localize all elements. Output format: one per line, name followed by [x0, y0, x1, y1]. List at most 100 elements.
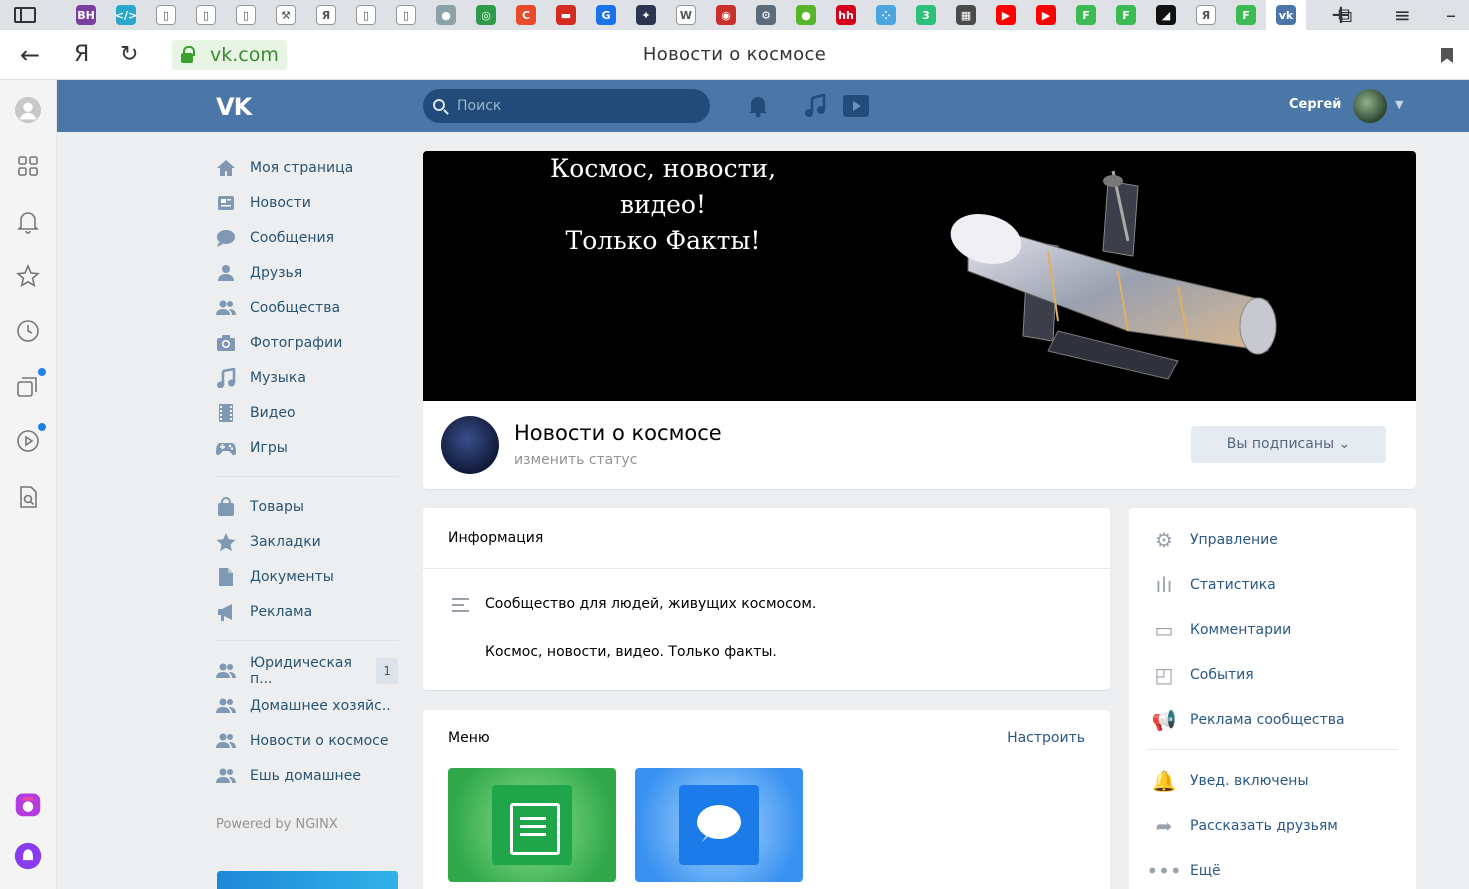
- menu-item-label: Новости: [250, 194, 311, 211]
- tab-apple[interactable]: ●: [786, 0, 826, 30]
- admin-item[interactable]: ••• Ещё: [1146, 858, 1220, 884]
- menu-item[interactable]: Игры: [216, 430, 398, 465]
- tab-f1[interactable]: F: [1066, 0, 1106, 30]
- minimize-icon[interactable]: –: [1446, 0, 1456, 30]
- community-avatar[interactable]: [441, 416, 499, 474]
- search-input[interactable]: Поиск: [423, 89, 710, 123]
- tab-tool[interactable]: ⚒: [266, 0, 306, 30]
- menu-item[interactable]: Товары: [216, 489, 398, 524]
- tab-f2[interactable]: F: [1106, 0, 1146, 30]
- video-icon: [216, 403, 236, 423]
- chevron-down-icon[interactable]: ▼: [1395, 98, 1403, 111]
- tab-doc4[interactable]: ▯: [346, 0, 386, 30]
- video-play-icon[interactable]: [14, 423, 46, 455]
- menu-item[interactable]: Документы: [216, 559, 398, 594]
- tab-flag[interactable]: ▬: [546, 0, 586, 30]
- menu-item[interactable]: Реклама: [216, 594, 398, 629]
- menu-item[interactable]: Сообщения: [216, 220, 398, 255]
- admin-item[interactable]: ⚙ Управление: [1151, 527, 1278, 553]
- menu-item-label: Моя страница: [250, 159, 354, 176]
- menu-tile-app[interactable]: [448, 768, 616, 882]
- menu-icon[interactable]: ≡: [1394, 0, 1411, 30]
- admin-item-label: Реклама сообщества: [1190, 712, 1345, 728]
- tab-space[interactable]: ✦: [626, 0, 666, 30]
- history-icon[interactable]: [14, 317, 42, 345]
- admin-item[interactable]: 📢 Реклама сообщества: [1151, 707, 1345, 733]
- subscribed-button[interactable]: Вы подписаны ⌄: [1191, 426, 1386, 463]
- bell-icon[interactable]: [747, 94, 769, 124]
- menu-item[interactable]: Фотографии: [216, 325, 398, 360]
- tab-youtube2[interactable]: ▶: [1026, 0, 1066, 30]
- menu-item[interactable]: Закладки: [216, 524, 398, 559]
- tab-f3[interactable]: F: [1226, 0, 1266, 30]
- alice-assistant-icon[interactable]: [14, 842, 42, 870]
- menu-item[interactable]: Домашнее хозяйс..: [216, 688, 398, 723]
- vk-logo[interactable]: VK: [216, 93, 252, 121]
- admin-item[interactable]: ▭ Комментарии: [1151, 617, 1292, 643]
- tab-target[interactable]: ◎: [466, 0, 506, 30]
- tab-dots[interactable]: ⁘: [866, 0, 906, 30]
- tab-doc3[interactable]: ▯: [226, 0, 266, 30]
- tab-red[interactable]: ◉: [706, 0, 746, 30]
- group-icon: [216, 696, 236, 716]
- tab-doc1[interactable]: ▯: [146, 0, 186, 30]
- tab-google[interactable]: G: [586, 0, 626, 30]
- menu-item[interactable]: Новости о космосе: [216, 723, 398, 758]
- tab-bh[interactable]: BH: [66, 0, 106, 30]
- change-status-link[interactable]: изменить статус: [514, 452, 637, 468]
- play-icon[interactable]: [841, 94, 871, 124]
- tab-vk[interactable]: vk: [1266, 0, 1306, 30]
- configure-link[interactable]: Настроить: [1007, 730, 1085, 746]
- tab-yandex1[interactable]: Я: [306, 0, 346, 30]
- tab-youtube2-favicon-icon: ▶: [1036, 5, 1056, 25]
- tab-photo[interactable]: ▦: [946, 0, 986, 30]
- tab-doc2[interactable]: ▯: [186, 0, 226, 30]
- alice-app-icon[interactable]: [14, 790, 42, 818]
- admin-item[interactable]: ➦ Рассказать друзьям: [1151, 813, 1338, 839]
- favorites-icon[interactable]: [14, 262, 42, 290]
- menu-tile-messages[interactable]: [635, 768, 803, 882]
- tab-f1-favicon-icon: F: [1076, 5, 1096, 25]
- menu-item[interactable]: Видео: [216, 395, 398, 430]
- tab-hh[interactable]: hh: [826, 0, 866, 30]
- tab-wiki[interactable]: W: [666, 0, 706, 30]
- music-icon[interactable]: [804, 93, 826, 124]
- admin-item[interactable]: 🔔 Увед. включены: [1151, 768, 1309, 794]
- profile-icon[interactable]: [14, 96, 42, 124]
- notifications-icon[interactable]: [14, 208, 42, 236]
- tab-ext[interactable]: ⚙: [746, 0, 786, 30]
- page-search-icon[interactable]: [14, 483, 42, 511]
- user-avatar[interactable]: [1353, 89, 1387, 123]
- services-grid-icon[interactable]: [14, 152, 42, 180]
- menu-item[interactable]: Новости: [216, 185, 398, 220]
- admin-item[interactable]: ◰ События: [1151, 662, 1254, 688]
- menu-item[interactable]: Музыка: [216, 360, 398, 395]
- promo-banner[interactable]: [217, 871, 398, 889]
- tab-c[interactable]: C: [506, 0, 546, 30]
- sidebar-toggle-icon[interactable]: [14, 7, 36, 23]
- bookmarks-panel-icon[interactable]: ⧉: [1338, 0, 1352, 30]
- menu-item[interactable]: Юридическая п... 1: [216, 653, 398, 688]
- tab-figure[interactable]: ●: [426, 0, 466, 30]
- collections-icon[interactable]: [14, 368, 46, 400]
- user-name[interactable]: Сергей: [1289, 97, 1341, 112]
- tab-code[interactable]: </>: [106, 0, 146, 30]
- menu-item[interactable]: Моя страница: [216, 150, 398, 185]
- admin-card: ⚙ Управление ılı Статистика ▭ Комментарии ◰ Соб…: [1129, 508, 1416, 889]
- tab-dark[interactable]: ◢: [1146, 0, 1186, 30]
- menu-item[interactable]: Сообщества: [216, 290, 398, 325]
- page-title[interactable]: Новости о космосе: [0, 44, 1469, 65]
- tab-three[interactable]: 3: [906, 0, 946, 30]
- tab-doc3-favicon-icon: ▯: [236, 5, 256, 25]
- left-menu: Моя страница Новости Сообщения Друзья Сообще…: [216, 150, 398, 832]
- admin-item[interactable]: ılı Статистика: [1151, 572, 1276, 598]
- tab-yandex2[interactable]: Я: [1186, 0, 1226, 30]
- menu-item-label: Музыка: [250, 369, 306, 386]
- menu-item-label: Ешь домашнее: [250, 767, 361, 784]
- menu-item[interactable]: Друзья: [216, 255, 398, 290]
- community-header: Новости о космосе изменить статус Вы под…: [423, 401, 1416, 489]
- admin-item-label: Комментарии: [1190, 622, 1292, 638]
- tab-youtube1[interactable]: ▶: [986, 0, 1026, 30]
- menu-item[interactable]: Ешь домашнее: [216, 758, 398, 793]
- tab-doc5[interactable]: ▯: [386, 0, 426, 30]
